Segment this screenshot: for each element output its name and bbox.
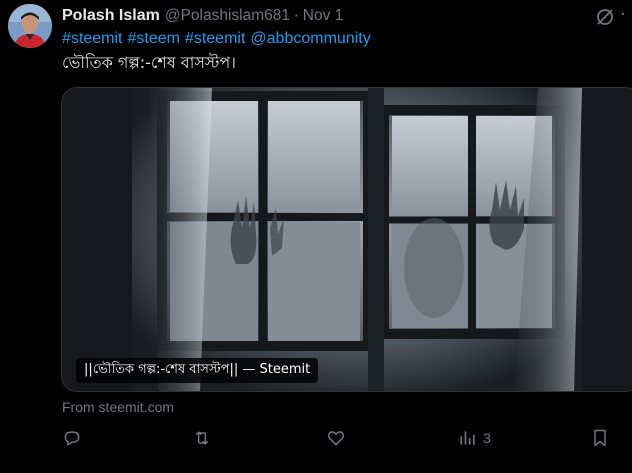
views-button[interactable]: 3 bbox=[458, 428, 491, 448]
views-count: 3 bbox=[483, 430, 491, 446]
hashtag-line: #steemit #steem #steemit @abbcommunity bbox=[62, 30, 376, 48]
hashtag-link[interactable]: #steem bbox=[127, 30, 179, 47]
views-icon bbox=[460, 431, 475, 445]
mention-link[interactable]: @abbcommunity bbox=[250, 30, 370, 47]
repost-icon bbox=[195, 431, 209, 445]
link-card[interactable]: ||ভৌতিক গল্প:-শেষ বাসস্টপ|| — Steemit bbox=[61, 87, 632, 392]
bookmark-icon bbox=[594, 429, 606, 447]
post-text: ভৌতিক গল্প:-শেষ বাসস্টপ। bbox=[62, 53, 237, 72]
author-handle[interactable]: @Polashislam681 bbox=[165, 7, 290, 25]
repost-button[interactable] bbox=[192, 428, 217, 448]
hashtag-link[interactable]: #steemit bbox=[62, 30, 122, 47]
reply-button[interactable] bbox=[62, 428, 87, 448]
card-caption: ||ভৌতিক গল্প:-শেষ বাসস্টপ|| — Steemit bbox=[76, 358, 319, 383]
card-source[interactable]: From steemit.com bbox=[62, 399, 174, 415]
action-bar: 3 bbox=[0, 428, 632, 454]
hashtag-link[interactable]: #steemit bbox=[185, 30, 245, 47]
reply-icon bbox=[64, 431, 80, 446]
like-icon bbox=[327, 431, 345, 446]
post-date[interactable]: Nov 1 bbox=[303, 7, 344, 25]
separator: · bbox=[294, 7, 299, 25]
grok-icon[interactable] bbox=[594, 6, 616, 28]
author-avatar[interactable] bbox=[8, 4, 52, 48]
bookmark-button[interactable] bbox=[590, 428, 610, 448]
author-name[interactable]: Polash Islam bbox=[62, 7, 160, 25]
avatar-image bbox=[8, 4, 52, 48]
post-header: Polash Islam @Polashislam681 · Nov 1 bbox=[62, 6, 343, 26]
like-button[interactable] bbox=[326, 428, 351, 448]
more-icon[interactable]: · bbox=[620, 4, 627, 25]
card-image bbox=[62, 88, 632, 391]
